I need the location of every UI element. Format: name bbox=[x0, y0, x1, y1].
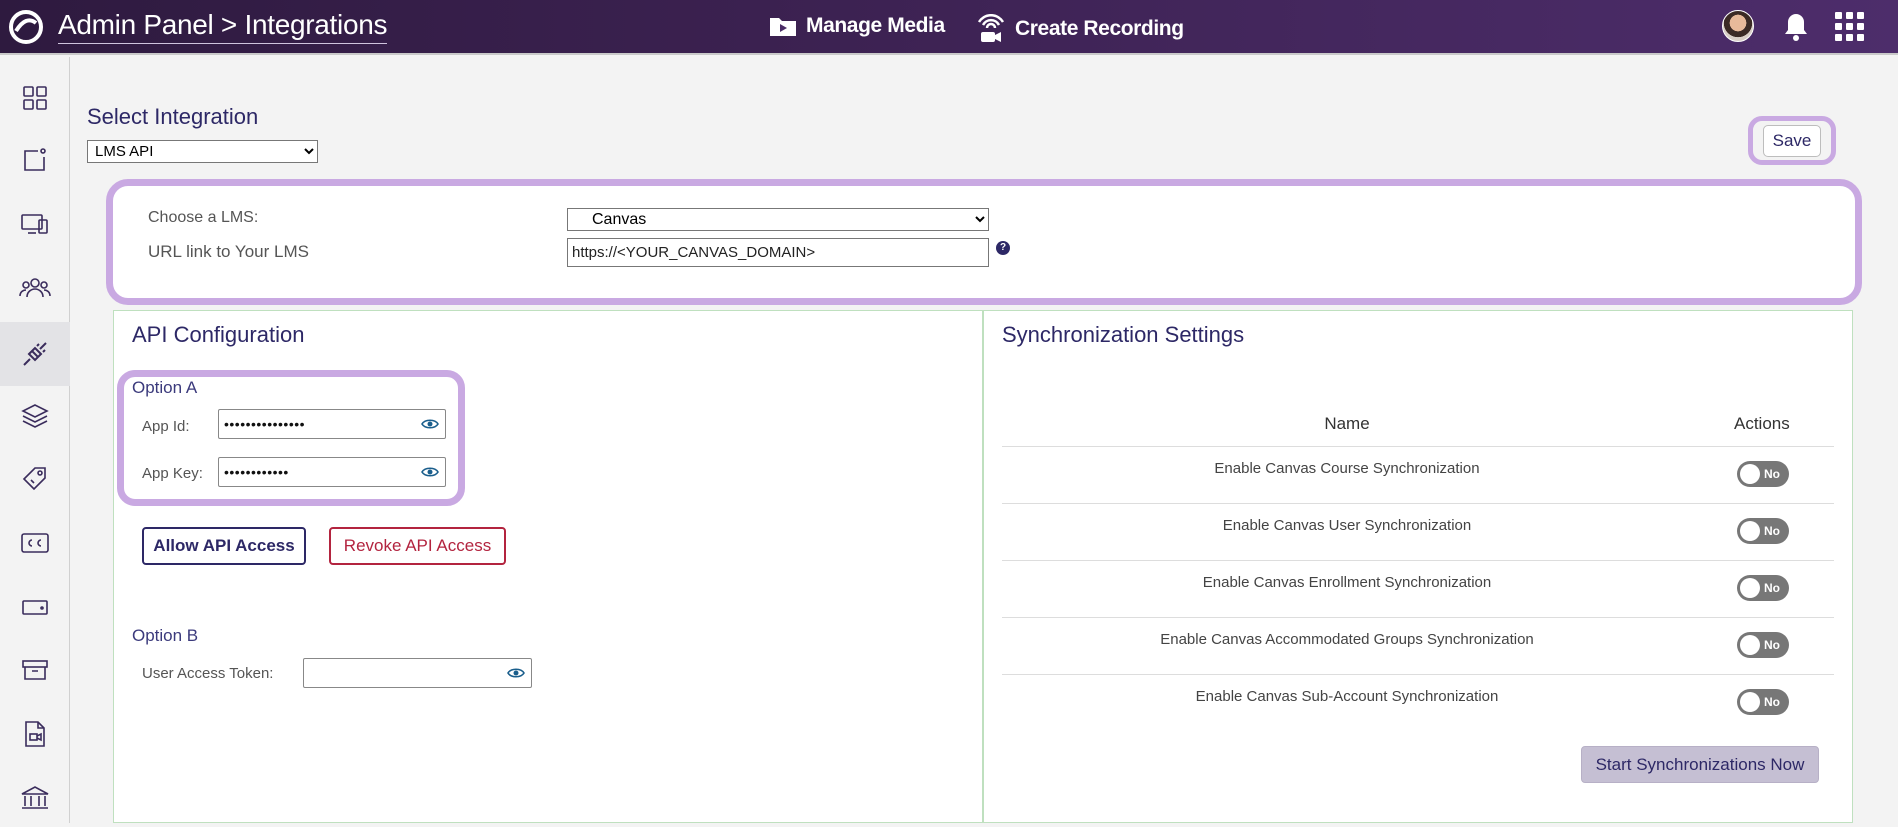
sync-toggle[interactable]: No bbox=[1737, 689, 1789, 715]
media-folder-icon bbox=[770, 18, 796, 36]
sidebar bbox=[0, 57, 70, 823]
sidebar-item-storage[interactable] bbox=[0, 578, 70, 636]
media-icon bbox=[24, 148, 46, 171]
create-recording-link[interactable]: Create Recording bbox=[975, 14, 1184, 44]
integrations-icon bbox=[23, 342, 47, 366]
sidebar-item-users[interactable] bbox=[0, 258, 70, 316]
video-file-icon bbox=[25, 721, 45, 747]
sync-name: Enable Canvas Sub-Account Synchronizatio… bbox=[1195, 688, 1499, 705]
app-key-label: App Key: bbox=[142, 465, 203, 482]
dashboard-icon bbox=[23, 86, 47, 110]
sidebar-item-dashboard[interactable] bbox=[0, 69, 70, 127]
create-recording-label: Create Recording bbox=[1015, 17, 1184, 40]
sidebar-item-layers[interactable] bbox=[0, 387, 70, 445]
api-configuration-title: API Configuration bbox=[132, 322, 305, 347]
sidebar-item-tags[interactable] bbox=[0, 450, 70, 508]
lms-select[interactable]: Canvas bbox=[567, 208, 989, 231]
sidebar-item-archive[interactable] bbox=[0, 641, 70, 699]
url-lms-label: URL link to Your LMS bbox=[148, 242, 309, 261]
devices-icon bbox=[21, 214, 48, 234]
sync-name: Enable Canvas User Synchronization bbox=[1222, 517, 1472, 534]
tags-icon bbox=[22, 467, 46, 491]
avatar[interactable] bbox=[1722, 10, 1754, 42]
manage-media-label: Manage Media bbox=[806, 14, 945, 37]
user-access-token-label: User Access Token: bbox=[142, 665, 274, 682]
show-password-icon[interactable] bbox=[421, 418, 439, 430]
integration-select[interactable]: LMS API bbox=[87, 140, 318, 163]
user-access-token-field[interactable] bbox=[303, 658, 532, 688]
show-password-icon[interactable] bbox=[507, 667, 525, 679]
sidebar-item-institution[interactable] bbox=[0, 769, 70, 827]
select-integration-label: Select Integration bbox=[87, 104, 259, 129]
app-id-label: App Id: bbox=[142, 418, 190, 435]
option-a-label: Option A bbox=[132, 378, 198, 397]
sidebar-item-video-files[interactable] bbox=[0, 705, 70, 763]
sync-name: Enable Canvas Enrollment Synchronization bbox=[1202, 574, 1492, 591]
manage-media-link[interactable]: Manage Media bbox=[768, 14, 945, 38]
table-row: Enable Canvas Sub-Account Synchronizatio… bbox=[1002, 674, 1834, 731]
help-icon[interactable]: ? bbox=[996, 241, 1010, 255]
sync-name: Enable Canvas Accommodated Groups Synchr… bbox=[1160, 631, 1534, 648]
app-key-field[interactable]: •••••••••••• bbox=[218, 457, 446, 487]
top-bar: Admin Panel > Integrations Manage Media … bbox=[0, 0, 1898, 55]
save-highlight: Save bbox=[1748, 116, 1836, 165]
app-key-value: •••••••••••• bbox=[224, 464, 289, 480]
allow-api-access-button[interactable]: Allow API Access bbox=[142, 527, 306, 565]
show-password-icon[interactable] bbox=[421, 466, 439, 478]
logo-icon[interactable] bbox=[6, 9, 46, 45]
revoke-api-access-button[interactable]: Revoke API Access bbox=[329, 527, 506, 565]
bell-icon[interactable] bbox=[1783, 12, 1809, 42]
option-b-label: Option B bbox=[132, 626, 199, 645]
lms-settings-box: Choose a LMS: Canvas URL link to Your LM… bbox=[106, 179, 1862, 305]
sync-name: Enable Canvas Course Synchronization bbox=[1214, 460, 1480, 477]
lms-url-input[interactable] bbox=[567, 238, 989, 267]
choose-lms-label: Choose a LMS: bbox=[148, 209, 259, 226]
table-row: Enable Canvas Accommodated Groups Synchr… bbox=[1002, 617, 1834, 674]
apps-grid-icon[interactable] bbox=[1835, 12, 1864, 41]
sidebar-item-devices[interactable] bbox=[0, 195, 70, 253]
captions-icon bbox=[21, 533, 49, 553]
table-row: Enable Canvas Enrollment Synchronization… bbox=[1002, 560, 1834, 617]
sync-toggle[interactable]: No bbox=[1737, 461, 1789, 487]
sync-toggle[interactable]: No bbox=[1737, 575, 1789, 601]
layers-icon bbox=[21, 404, 49, 428]
sidebar-item-media[interactable] bbox=[0, 131, 70, 189]
sidebar-item-integrations[interactable] bbox=[0, 322, 70, 386]
table-row: Enable Canvas User Synchronization No bbox=[1002, 503, 1834, 560]
archive-icon bbox=[22, 660, 48, 680]
institution-icon bbox=[21, 786, 49, 809]
recording-icon bbox=[977, 14, 1005, 42]
column-header-actions: Actions bbox=[1734, 414, 1790, 433]
sync-toggle[interactable]: No bbox=[1737, 518, 1789, 544]
synchronization-title: Synchronization Settings bbox=[1002, 322, 1245, 347]
breadcrumb[interactable]: Admin Panel > Integrations bbox=[58, 9, 387, 44]
table-row: Enable Canvas Course Synchronization No bbox=[1002, 446, 1834, 503]
sync-toggle[interactable]: No bbox=[1737, 632, 1789, 658]
app-id-value: ••••••••••••••• bbox=[224, 416, 306, 432]
storage-icon bbox=[22, 600, 48, 615]
users-icon bbox=[19, 278, 51, 298]
app-id-field[interactable]: ••••••••••••••• bbox=[218, 409, 446, 439]
save-button[interactable]: Save bbox=[1762, 124, 1822, 157]
sidebar-item-captions[interactable] bbox=[0, 514, 70, 572]
column-header-name: Name bbox=[1324, 414, 1370, 433]
start-synchronizations-button[interactable]: Start Synchronizations Now bbox=[1581, 746, 1819, 783]
